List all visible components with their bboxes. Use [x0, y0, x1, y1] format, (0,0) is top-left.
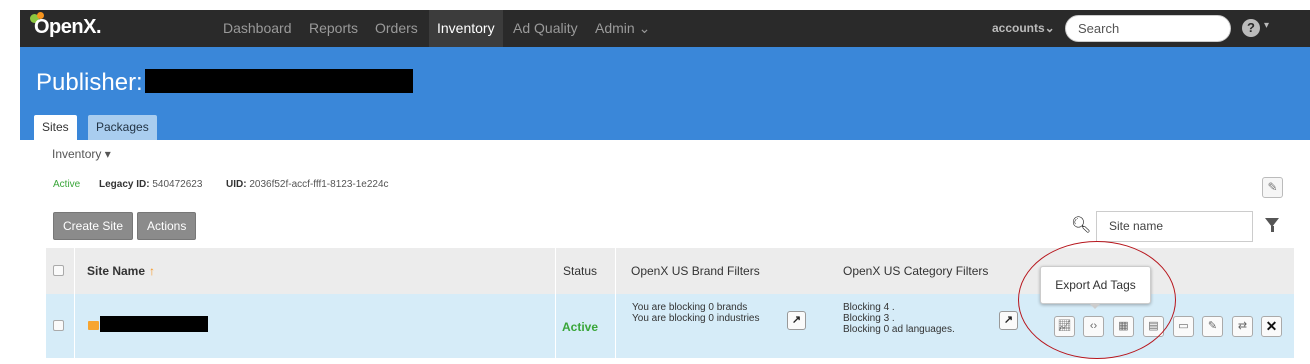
accounts-menu[interactable]: accounts⌄ — [992, 10, 1055, 47]
column-divider — [74, 248, 75, 358]
site-name-search-input[interactable]: Site name — [1096, 211, 1253, 242]
nav-reports[interactable]: Reports — [301, 10, 366, 47]
add-package-icon[interactable]: ▭ — [1173, 316, 1194, 337]
create-site-button[interactable]: Create Site — [53, 212, 134, 240]
nav-ad-quality[interactable]: Ad Quality — [505, 10, 586, 47]
highlight-circle — [1018, 241, 1176, 359]
redacted-publisher-name — [145, 69, 413, 93]
nav-orders[interactable]: Orders — [367, 10, 426, 47]
edit-publisher-icon[interactable]: ✎ — [1262, 177, 1283, 198]
nav-inventory[interactable]: Inventory — [429, 10, 503, 47]
edit-icon[interactable]: ✎ — [1202, 316, 1223, 337]
folder-icon — [88, 321, 99, 330]
legacy-id-label: Legacy ID: — [99, 179, 150, 190]
column-header-site-name[interactable]: Site Name ↑ — [87, 264, 155, 278]
column-divider — [615, 248, 616, 358]
move-icon[interactable]: ⇄ — [1232, 316, 1253, 337]
external-link-icon[interactable]: ↗ — [787, 311, 806, 330]
help-caret-icon[interactable]: ▾ — [1264, 20, 1269, 31]
sort-arrow-icon[interactable]: ↑ — [149, 264, 155, 278]
redacted-site-name[interactable] — [100, 316, 208, 332]
status-badge: Active — [53, 179, 81, 190]
category-filter-text: Blocking 3 . — [843, 313, 895, 324]
search-icon: 🔍︎ — [1071, 217, 1092, 234]
legacy-id-value: 540472623 — [152, 179, 203, 190]
column-divider — [555, 248, 556, 358]
brand-filter-text: You are blocking 0 brands — [632, 302, 748, 313]
delete-icon[interactable]: ✕ — [1261, 316, 1282, 337]
tab-sites[interactable]: Sites — [34, 115, 77, 140]
page-title: Publisher: — [36, 69, 143, 96]
column-header-status[interactable]: Status — [563, 264, 597, 278]
tab-packages[interactable]: Packages — [88, 115, 157, 140]
category-filter-text: Blocking 0 ad languages. — [843, 324, 955, 335]
top-nav: OpenX. Dashboard Reports Orders Inventor… — [20, 10, 1310, 47]
select-all-checkbox[interactable] — [53, 265, 64, 276]
filter-icon-stem — [1271, 226, 1274, 232]
nav-admin[interactable]: Admin ⌄ — [587, 10, 658, 47]
publisher-header: Publisher: Sites Packages — [20, 47, 1310, 140]
external-link-icon[interactable]: ↗ — [999, 311, 1018, 330]
brand-filter-text: You are blocking 0 industries — [632, 313, 760, 324]
uid-value: 2036f52f-accf-fff1-8123-1e224c — [249, 179, 389, 190]
actions-button[interactable]: Actions — [137, 212, 197, 240]
openx-logo[interactable]: OpenX. — [30, 12, 102, 39]
global-search-input[interactable]: Search — [1065, 15, 1231, 42]
row-status: Active — [562, 320, 599, 334]
row-checkbox[interactable] — [53, 320, 64, 331]
column-header-category-filters[interactable]: OpenX US Category Filters — [843, 264, 988, 278]
category-filter-text: Blocking 4 . — [843, 302, 895, 313]
help-icon[interactable]: ? — [1242, 19, 1260, 37]
uid-label: UID: — [226, 179, 247, 190]
publisher-meta: Active Legacy ID: 540472623 UID: 2036f52… — [53, 179, 389, 190]
nav-dashboard[interactable]: Dashboard — [215, 10, 300, 47]
inventory-dropdown[interactable]: Inventory ▾ — [52, 147, 111, 161]
column-header-brand-filters[interactable]: OpenX US Brand Filters — [631, 264, 760, 278]
